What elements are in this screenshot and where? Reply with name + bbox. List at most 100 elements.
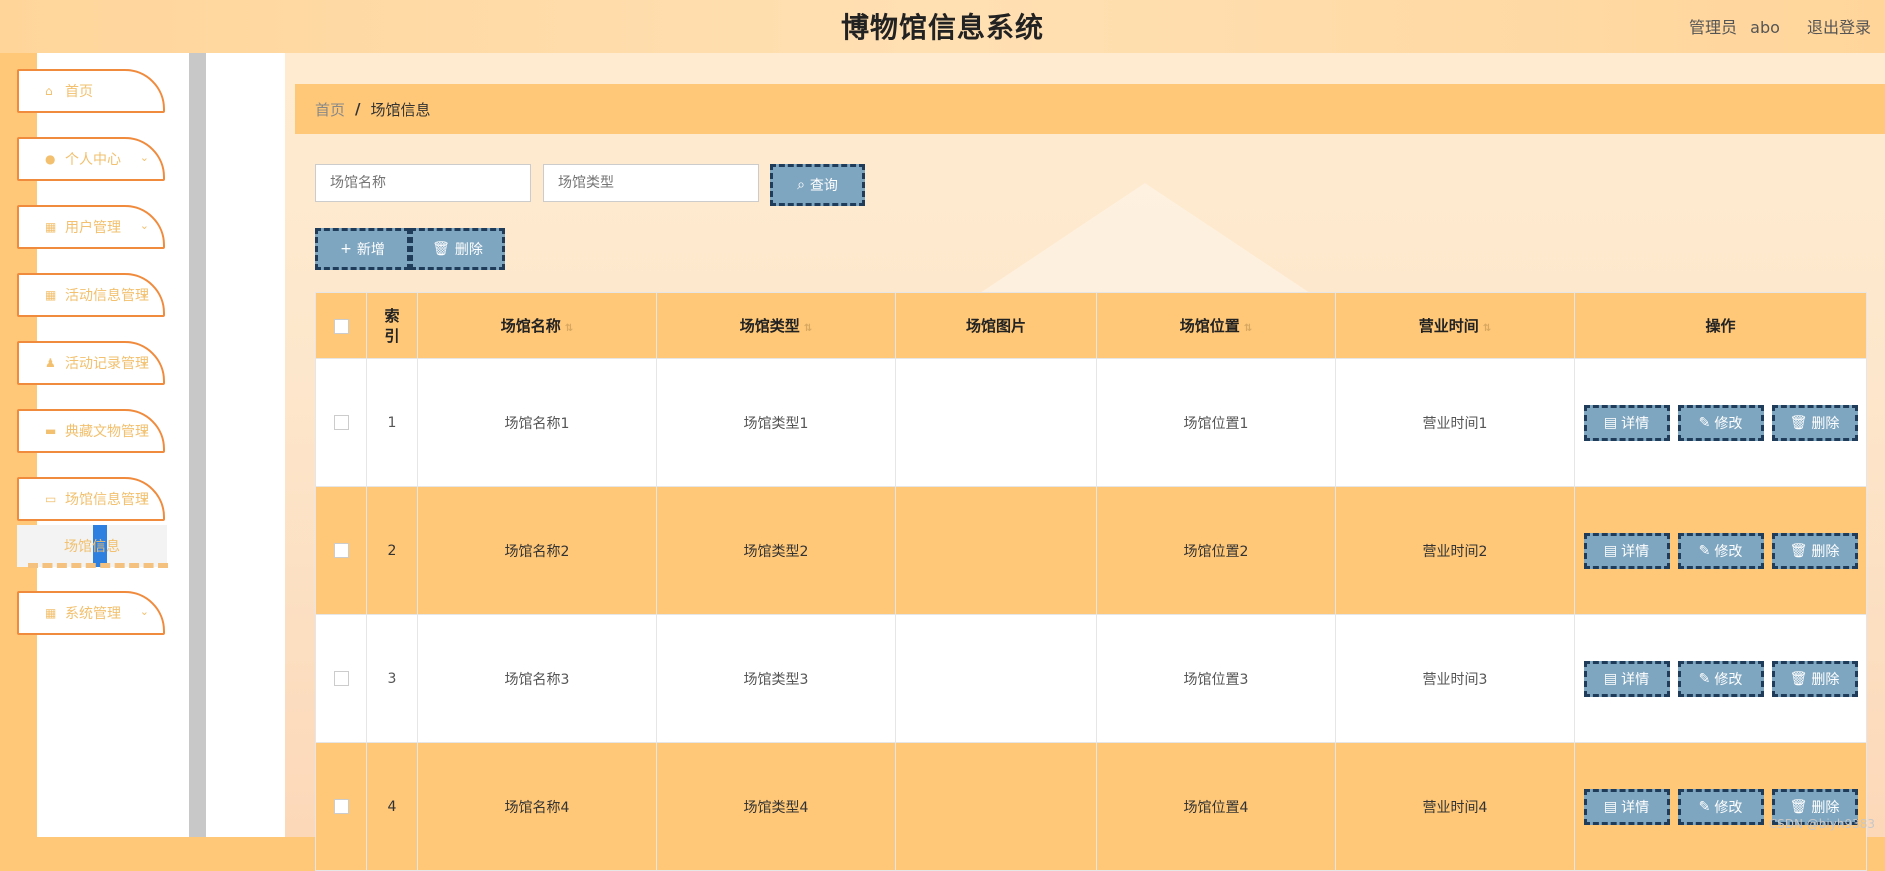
- column-header-hours[interactable]: 营业时间 ⇅: [1335, 292, 1575, 359]
- cell-location: 场馆位置2: [1096, 486, 1336, 615]
- row-checkbox[interactable]: [333, 799, 349, 814]
- delete-label: 删除: [1811, 415, 1840, 432]
- table-row: 4 场馆名称4 场馆类型4 场馆位置4 营业时间4 ▤ 详情 ✎ 修改 🗑 删除: [315, 742, 1867, 871]
- sidebar-item-label: 个人中心: [65, 152, 121, 168]
- trash-icon: 🗑: [1789, 670, 1808, 687]
- cell-location: 场馆位置1: [1096, 358, 1336, 487]
- sort-icon[interactable]: ⇅: [565, 323, 573, 334]
- cell-name: 场馆名称3: [417, 614, 657, 743]
- cell-index: 3: [366, 614, 418, 743]
- delete-label: 删除: [1811, 543, 1840, 560]
- venue-type-input[interactable]: [543, 164, 759, 202]
- edit-button[interactable]: ✎ 修改: [1677, 660, 1764, 697]
- header-label: 索引: [384, 306, 400, 345]
- sidebar-subitem-label: 场馆信息: [64, 539, 120, 555]
- sidebar-item-home[interactable]: ⌂ 首页: [17, 69, 165, 113]
- edit-button[interactable]: ✎ 修改: [1677, 404, 1764, 441]
- cell-image: [895, 358, 1097, 487]
- user-role: 管理员: [1689, 18, 1738, 37]
- delete-button[interactable]: 🗑 删除: [1771, 404, 1858, 441]
- sidebar-item-users[interactable]: ▦ 用户管理 ⌄: [17, 205, 165, 249]
- batch-delete-button[interactable]: 🗑 删除: [410, 228, 505, 270]
- row-checkbox[interactable]: [333, 671, 349, 686]
- cell-hours: 营业时间3: [1335, 614, 1575, 743]
- sidebar-item-venues[interactable]: ▭ 场馆信息管理 ⌄: [17, 477, 165, 521]
- sidebar-item-activity-records[interactable]: ♟ 活动记录管理 ⌄: [17, 341, 165, 385]
- row-checkbox[interactable]: [333, 543, 349, 558]
- grid-icon: ▦: [45, 288, 57, 302]
- cell-image: [895, 486, 1097, 615]
- sidebar-item-label: 活动信息管理: [65, 288, 149, 304]
- cell-name: 场馆名称4: [417, 742, 657, 871]
- header-label: 操作: [1705, 317, 1736, 335]
- column-header-image: 场馆图片: [895, 292, 1097, 359]
- cell-image: [895, 614, 1097, 743]
- cell-hours: 营业时间1: [1335, 358, 1575, 487]
- logout-link[interactable]: 退出登录: [1807, 18, 1871, 37]
- sidebar-item-label: 场馆信息管理: [65, 492, 149, 508]
- venue-name-input[interactable]: [315, 164, 531, 202]
- cell-index: 1: [366, 358, 418, 487]
- column-header-name[interactable]: 场馆名称 ⇅: [417, 292, 657, 359]
- cell-index: 2: [366, 486, 418, 615]
- sidebar-scrollbar[interactable]: [189, 53, 206, 837]
- delete-button[interactable]: 🗑 删除: [1771, 532, 1858, 569]
- header-label: 场馆名称: [500, 317, 561, 335]
- breadcrumb-home[interactable]: 首页: [315, 99, 345, 120]
- cell-type: 场馆类型2: [656, 486, 896, 615]
- sidebar-item-profile[interactable]: ● 个人中心 ⌄: [17, 137, 165, 181]
- column-header-location[interactable]: 场馆位置 ⇅: [1096, 292, 1336, 359]
- delete-label: 删除: [1811, 799, 1840, 816]
- pencil-icon: ✎: [1698, 670, 1711, 687]
- pencil-icon: ✎: [1698, 542, 1711, 559]
- home-icon: ⌂: [45, 84, 53, 98]
- query-button[interactable]: ⌕ 查询: [770, 164, 865, 206]
- cell-type: 场馆类型1: [656, 358, 896, 487]
- add-button[interactable]: + 新增: [315, 228, 410, 270]
- header-label: 场馆位置: [1179, 317, 1240, 335]
- row-checkbox[interactable]: [333, 415, 349, 430]
- sidebar-subitem-venue-info[interactable]: 场馆信息: [17, 525, 167, 567]
- column-header-index: 索引: [366, 292, 418, 359]
- sort-icon[interactable]: ⇅: [804, 323, 812, 334]
- cell-location: 场馆位置3: [1096, 614, 1336, 743]
- delete-label: 删除: [1811, 671, 1840, 688]
- column-header-type[interactable]: 场馆类型 ⇅: [656, 292, 896, 359]
- detail-button[interactable]: ▤ 详情: [1583, 788, 1670, 825]
- sidebar-item-relics[interactable]: ▬ 典藏文物管理 ⌄: [17, 409, 165, 453]
- sidebar-item-activities[interactable]: ▦ 活动信息管理 ⌄: [17, 273, 165, 317]
- app-title: 博物馆信息系统: [840, 11, 1044, 44]
- edit-label: 修改: [1714, 543, 1743, 560]
- grid-icon: ▦: [45, 220, 57, 234]
- sidebar-item-label: 典藏文物管理: [65, 424, 149, 440]
- delete-button[interactable]: 🗑 删除: [1771, 660, 1858, 697]
- divider: [28, 563, 168, 568]
- cell-actions: ▤ 详情 ✎ 修改 🗑 删除: [1574, 358, 1867, 487]
- select-all-checkbox[interactable]: [333, 318, 349, 334]
- table-header-row: 索引 场馆名称 ⇅ 场馆类型 ⇅ 场馆图片 场馆位置 ⇅ 营业时间 ⇅ 操作: [315, 292, 1867, 359]
- sidebar-item-label: 系统管理: [65, 606, 121, 622]
- cell-image: [895, 742, 1097, 871]
- sort-icon[interactable]: ⇅: [1244, 323, 1252, 334]
- trash-icon: 🗑: [1789, 414, 1808, 431]
- sidebar-item-label: 用户管理: [65, 220, 121, 236]
- cell-name: 场馆名称2: [417, 486, 657, 615]
- cell-location: 场馆位置4: [1096, 742, 1336, 871]
- edit-button[interactable]: ✎ 修改: [1677, 788, 1764, 825]
- edit-label: 修改: [1714, 415, 1743, 432]
- query-button-label: 查询: [809, 178, 838, 194]
- detail-button[interactable]: ▤ 详情: [1583, 532, 1670, 569]
- sidebar-item-system[interactable]: ▦ 系统管理 ⌄: [17, 591, 165, 635]
- cell-type: 场馆类型3: [656, 614, 896, 743]
- table-row: 1 场馆名称1 场馆类型1 场馆位置1 营业时间1 ▤ 详情 ✎ 修改 🗑 删除: [315, 358, 1867, 487]
- edit-button[interactable]: ✎ 修改: [1677, 532, 1764, 569]
- user-area: 管理员 abo 退出登录: [1681, 14, 1871, 38]
- breadcrumb-separator: /: [355, 100, 361, 118]
- detail-button[interactable]: ▤ 详情: [1583, 404, 1670, 441]
- detail-button[interactable]: ▤ 详情: [1583, 660, 1670, 697]
- monitor-icon: ▭: [45, 492, 57, 506]
- trash-icon: 🗑: [1789, 542, 1808, 559]
- sort-icon[interactable]: ⇅: [1483, 323, 1491, 334]
- cell-name: 场馆名称1: [417, 358, 657, 487]
- cell-hours: 营业时间2: [1335, 486, 1575, 615]
